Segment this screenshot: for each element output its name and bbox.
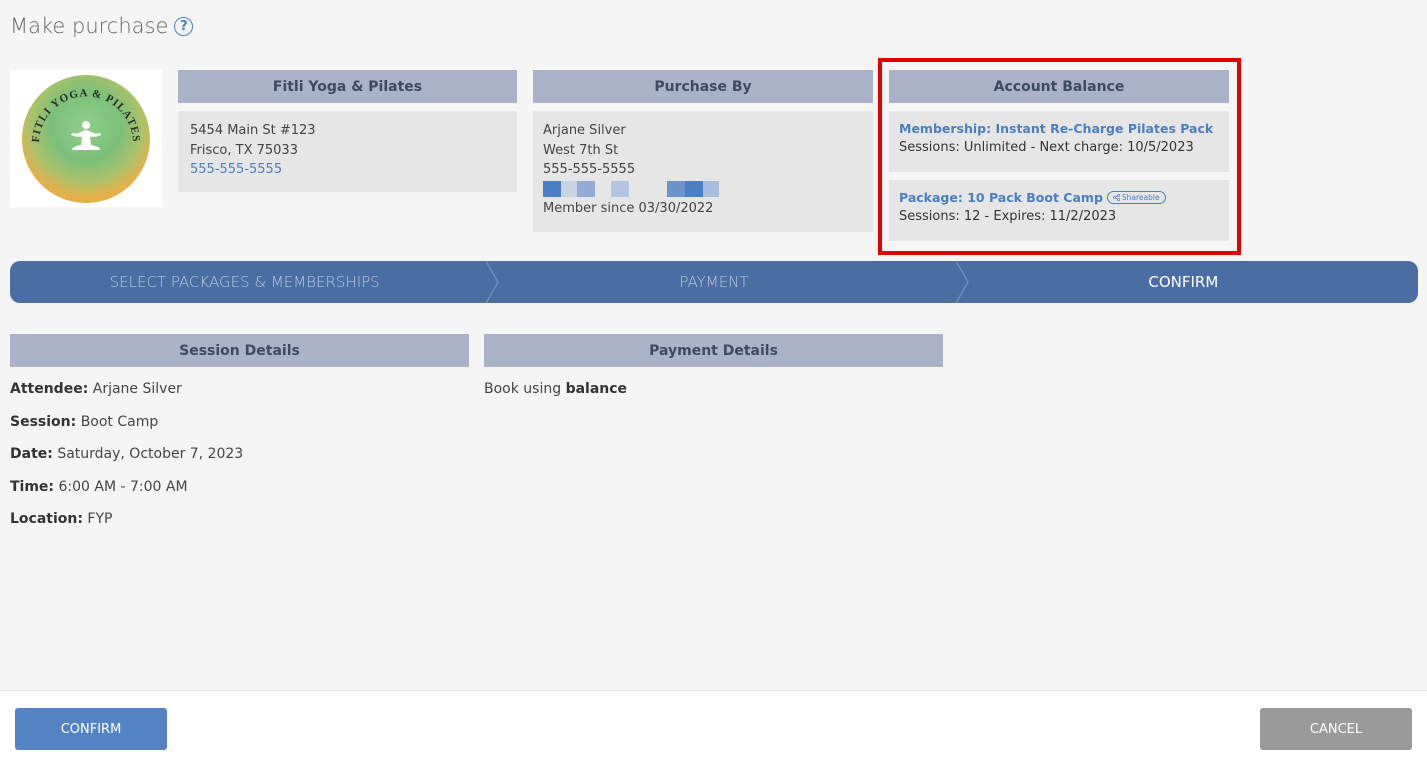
step-confirm: CONFIRM [1148,273,1219,291]
purchaser-name: Arjane Silver [543,123,626,138]
purchase-by-card: Purchase By Arjane Silver West 7th St 55… [533,70,873,232]
purchaser-phone: 555-555-5555 [543,162,636,177]
step-payment: PAYMENT [679,273,749,291]
balance-item-membership: Membership: Instant Re-Charge Pilates Pa… [889,111,1229,172]
payment-details-section: Payment Details Book using balance [484,334,943,397]
meditation-figure-icon [71,120,101,150]
footer-bar: CONFIRM CANCEL [0,690,1427,762]
package-detail: Sessions: 12 - Expires: 11/2/2023 [899,209,1117,225]
session-details-header: Session Details [10,334,469,367]
studio-address-line1: 5454 Main St #123 [190,123,316,138]
studio-info: 5454 Main St #123 Frisco, TX 75033 555-5… [178,111,517,192]
detail-row-date: Date: Saturday, October 7, 2023 [10,446,244,462]
step-separator-icon [956,261,969,303]
purchaser-street: West 7th St [543,142,619,158]
payment-details-header: Payment Details [484,334,943,367]
account-balance-card: Account Balance Membership: Instant Re-C… [889,70,1229,241]
session-details-list: Attendee: Arjane Silver Session: Boot Ca… [10,381,469,544]
shareable-badge: Shareable [1106,191,1166,205]
checkout-steps: SELECT PACKAGES & MEMBERSHIPS PAYMENT CO… [10,261,1418,303]
studio-logo: FITLI YOGA & PILATES [10,70,162,207]
account-balance-header: Account Balance [889,70,1229,103]
package-title-row: Package: 10 Pack Boot Camp Shareable [899,188,1219,207]
redacted-block [543,180,863,197]
studio-phone-link[interactable]: 555-555-5555 [190,160,505,180]
detail-row-time: Time: 6:00 AM - 7:00 AM [10,478,188,495]
membership-detail: Sessions: Unlimited - Next charge: 10/5/… [899,140,1194,156]
membership-link[interactable]: Membership: Instant Re-Charge Pilates Pa… [899,119,1219,138]
balance-item-package: Package: 10 Pack Boot Camp Shareable Ses… [889,180,1229,241]
share-icon [1112,194,1120,202]
studio-address-line2: Frisco, TX 75033 [190,142,298,158]
member-since: Member since 03/30/2022 [543,200,714,216]
step-separator-icon [486,261,499,303]
page-title: Make purchase ? [10,14,194,38]
package-link[interactable]: Package: 10 Pack Boot Camp [899,188,1103,207]
shareable-label: Shareable [1121,193,1160,203]
purchase-by-info: Arjane Silver West 7th St 555-555-5555 M… [533,111,873,232]
step-select-packages: SELECT PACKAGES & MEMBERSHIPS [109,273,380,291]
detail-row-attendee: Attendee: Arjane Silver [10,381,182,397]
studio-name: Fitli Yoga & Pilates [178,70,517,103]
confirm-button[interactable]: CONFIRM [15,708,167,750]
cancel-button[interactable]: CANCEL [1260,708,1412,750]
page-title-text: Make purchase [10,14,169,38]
detail-row-session: Session: Boot Camp [10,413,159,430]
detail-row-location: Location: FYP [10,511,113,527]
studio-card: Fitli Yoga & Pilates 5454 Main St #123 F… [178,70,517,192]
session-details-section: Session Details Attendee: Arjane Silver … [10,334,469,544]
payment-details-text: Book using balance [484,381,628,397]
help-icon[interactable]: ? [174,16,194,36]
logo-circle: FITLI YOGA & PILATES [22,74,150,203]
purchase-by-header: Purchase By [533,70,873,103]
